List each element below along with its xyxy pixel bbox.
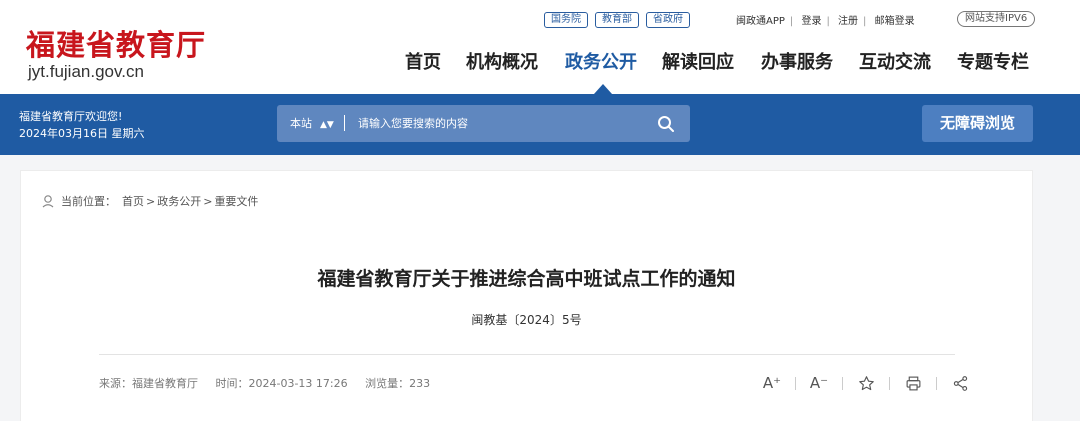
search-scope-select[interactable]: 本站 ▲▼: [290, 115, 334, 131]
ipv6-badge: 网站支持IPV6: [957, 11, 1036, 27]
printer-icon: [906, 376, 920, 390]
article-meta: 来源：福建省教育厅 时间：2024-03-13 17:26 浏览量：233: [99, 375, 444, 391]
app-link[interactable]: 闽政通APP: [736, 16, 785, 27]
font-enlarge-button[interactable]: A⁺: [761, 372, 783, 394]
search-input[interactable]: [358, 115, 638, 132]
tool-separator: [936, 376, 937, 390]
print-button[interactable]: [902, 372, 924, 394]
separator: |: [826, 16, 830, 27]
gov-link-ministry-education[interactable]: 教育部: [595, 12, 639, 28]
site-header: 福建省教育厅 jyt.fujian.gov.cn 国务院 教育部 省政府 闽政通…: [0, 0, 1080, 94]
separator: |: [863, 16, 867, 27]
favorite-button[interactable]: [855, 372, 877, 394]
document-number: 闽教基〔2024〕5号: [471, 313, 582, 327]
search-box: 本站 ▲▼: [277, 105, 690, 142]
tool-separator: [795, 376, 796, 390]
nav-item-home[interactable]: 首页: [405, 48, 441, 74]
article-views: 浏览量：233: [365, 377, 431, 390]
breadcrumb-separator: >: [203, 194, 213, 208]
location-user-icon: [42, 195, 54, 208]
font-shrink-button[interactable]: A⁻: [808, 372, 830, 394]
breadcrumb-important-docs[interactable]: 重要文件: [214, 193, 258, 209]
article-title: 福建省教育厅关于推进综合高中班试点工作的通知: [317, 268, 736, 290]
article-tools: A⁺ A⁻: [761, 372, 971, 394]
mail-login-link[interactable]: 邮箱登录: [875, 16, 915, 27]
gov-link-provincial-gov[interactable]: 省政府: [646, 12, 690, 28]
current-date: 2024年03月16日 星期六: [19, 127, 145, 140]
login-link[interactable]: 登录: [801, 16, 821, 27]
gov-link-state-council[interactable]: 国务院: [544, 12, 588, 28]
main-nav: 首页 机构概况 政务公开 解读回应 办事服务 互动交流 专题专栏: [0, 48, 1080, 76]
util-links: 闽政通APP | 登录 | 注册 | 邮箱登录: [736, 12, 915, 27]
register-link[interactable]: 注册: [838, 16, 858, 27]
breadcrumb: 当前位置： 首页 > 政务公开 > 重要文件: [41, 193, 258, 209]
accessibility-button[interactable]: 无障碍浏览: [922, 105, 1033, 142]
share-button[interactable]: [949, 372, 971, 394]
article-card: 当前位置： 首页 > 政务公开 > 重要文件 福建省教育厅关于推进综合高中班试点…: [20, 170, 1033, 421]
share-icon: [953, 375, 967, 391]
breadcrumb-home[interactable]: 首页: [122, 193, 144, 209]
article-source: 来源：福建省教育厅: [99, 377, 198, 390]
welcome-text: 福建省教育厅欢迎您!: [19, 110, 123, 123]
nav-item-interaction[interactable]: 互动交流: [859, 48, 931, 74]
search-divider: [344, 115, 345, 131]
search-bar-strip: 福建省教育厅欢迎您! 2024年03月16日 星期六 本站 ▲▼ 无障碍浏览: [0, 94, 1080, 155]
tool-separator: [889, 376, 890, 390]
divider: [99, 354, 955, 355]
nav-item-organization[interactable]: 机构概况: [466, 48, 538, 74]
breadcrumb-separator: >: [146, 194, 156, 208]
nav-item-services[interactable]: 办事服务: [761, 48, 833, 74]
separator: |: [789, 16, 794, 27]
tool-separator: [842, 376, 843, 390]
breadcrumb-prefix: 当前位置：: [61, 195, 116, 208]
gov-links: 国务院 教育部 省政府: [544, 11, 697, 29]
sort-arrows-icon: ▲▼: [320, 120, 334, 130]
search-scope-label: 本站: [290, 117, 312, 130]
breadcrumb-gov-affairs[interactable]: 政务公开: [157, 193, 201, 209]
nav-item-interpretation[interactable]: 解读回应: [662, 48, 734, 74]
star-icon: [858, 375, 874, 390]
nav-active-caret: [594, 84, 612, 94]
welcome-block: 福建省教育厅欢迎您! 2024年03月16日 星期六: [19, 108, 145, 142]
nav-item-gov-affairs[interactable]: 政务公开: [565, 48, 637, 74]
nav-item-topics[interactable]: 专题专栏: [957, 48, 1029, 74]
article-time: 时间：2024-03-13 17:26: [215, 377, 348, 390]
search-icon[interactable]: [657, 115, 675, 133]
